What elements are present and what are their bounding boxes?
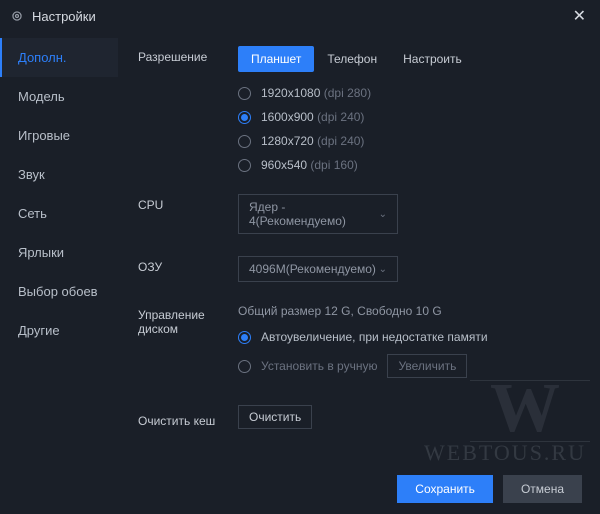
disk-label: Управление диском [138,304,238,388]
sidebar-item[interactable]: Выбор обоев [0,272,118,311]
enlarge-button[interactable]: Увеличить [387,354,467,378]
cache-label: Очистить кеш [138,410,238,428]
sidebar-item[interactable]: Звук [0,155,118,194]
resolution-label: Разрешение [138,46,238,172]
resolution-option[interactable]: 960x540 (dpi 160) [238,158,580,172]
resolution-option-label: 1920x1080 (dpi 280) [261,86,371,100]
content-panel: Разрешение ПланшетТелефонНастроить 1920x… [118,32,600,464]
close-icon[interactable]: ✕ [569,6,590,26]
resolution-option[interactable]: 1600x900 (dpi 240) [238,110,580,124]
chevron-down-icon: ⌄ [379,264,387,275]
resolution-option-label: 960x540 (dpi 160) [261,158,358,172]
sidebar-item[interactable]: Игровые [0,116,118,155]
cpu-label: CPU [138,194,238,234]
radio-on-icon [238,331,251,344]
radio-off-icon [238,159,251,172]
sidebar-item[interactable]: Модель [0,77,118,116]
disk-option-manual[interactable]: Установить в ручную Увеличить [238,354,580,378]
resolution-option[interactable]: 1280x720 (dpi 240) [238,134,580,148]
resolution-option-label: 1600x900 (dpi 240) [261,110,364,124]
resolution-options: 1920x1080 (dpi 280) 1600x900 (dpi 240) 128… [238,86,580,172]
disk-manual-label: Установить в ручную [261,359,377,373]
radio-off-icon [238,87,251,100]
ram-label: ОЗУ [138,256,238,282]
resolution-option[interactable]: 1920x1080 (dpi 280) [238,86,580,100]
ram-select[interactable]: 4096M(Рекомендуемо) ⌄ [238,256,398,282]
footer: Сохранить Отмена [0,464,600,514]
radio-on-icon [238,111,251,124]
sidebar: Дополн.МодельИгровыеЗвукСетьЯрлыкиВыбор … [0,32,118,464]
resolution-tab[interactable]: Телефон [314,46,390,72]
sidebar-item[interactable]: Другие [0,311,118,350]
clear-cache-button[interactable]: Очистить [238,405,312,429]
resolution-tab[interactable]: Настроить [390,46,475,72]
save-button[interactable]: Сохранить [397,475,493,503]
resolution-tabs: ПланшетТелефонНастроить [238,46,580,72]
cpu-select[interactable]: Ядер - 4(Рекомендуемо) ⌄ [238,194,398,234]
titlebar: Настройки ✕ [0,0,600,32]
ram-select-value: 4096M(Рекомендуемо) [249,262,376,276]
cancel-button[interactable]: Отмена [503,475,582,503]
cpu-select-value: Ядер - 4(Рекомендуемо) [249,200,379,228]
window-title: Настройки [32,9,569,24]
sidebar-item[interactable]: Сеть [0,194,118,233]
disk-summary: Общий размер 12 G, Свободно 10 G [238,304,580,318]
chevron-down-icon: ⌄ [379,209,387,220]
radio-off-icon [238,135,251,148]
resolution-option-label: 1280x720 (dpi 240) [261,134,364,148]
sidebar-item[interactable]: Дополн. [0,38,118,77]
radio-off-icon [238,360,251,373]
disk-auto-label: Автоувеличение, при недостатке памяти [261,330,488,344]
settings-gear-icon [10,9,24,23]
disk-option-auto[interactable]: Автоувеличение, при недостатке памяти [238,330,580,344]
resolution-tab[interactable]: Планшет [238,46,314,72]
sidebar-item[interactable]: Ярлыки [0,233,118,272]
